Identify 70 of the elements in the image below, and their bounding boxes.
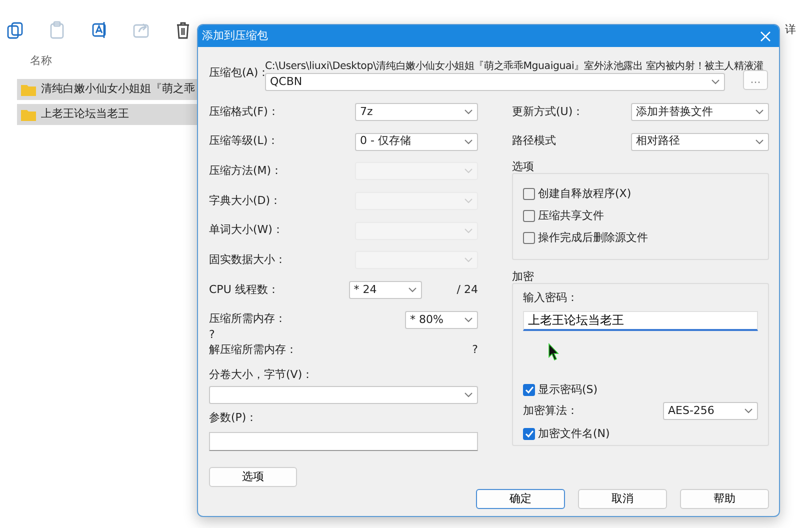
field-label: 压缩等级(L)：: [209, 133, 279, 150]
caret-icon: [464, 138, 473, 145]
file-row[interactable]: 清纯白嫩小仙女小姐姐『萌之乖: [17, 79, 197, 100]
folder-icon: [21, 84, 36, 96]
checkbox[interactable]: [523, 428, 535, 440]
parameters-field[interactable]: [209, 432, 478, 451]
dropdown[interactable]: * 80%: [405, 310, 478, 329]
folder-icon: [21, 108, 36, 120]
field-label: CPU 线程数：: [209, 282, 279, 298]
dropdown[interactable]: * 24: [348, 280, 422, 299]
checkbox[interactable]: [523, 210, 535, 222]
dropdown[interactable]: 7z: [355, 102, 478, 121]
checkbox[interactable]: [523, 384, 535, 396]
copy-icon[interactable]: [5, 20, 25, 40]
caret-icon: [755, 138, 764, 145]
caret-icon: [744, 408, 753, 414]
file-row[interactable]: 上老王论坛当老王: [17, 104, 197, 125]
field-label: 参数(P)：: [209, 411, 258, 424]
caret-icon: [464, 168, 473, 174]
dropdown[interactable]: 添加并替换文件: [631, 102, 769, 121]
field-label: 输入密码：: [523, 290, 579, 306]
dropdown[interactable]: 相对路径: [631, 132, 769, 151]
archive-name-combo[interactable]: QCBN: [265, 73, 725, 91]
caret-icon: [464, 316, 473, 323]
field-label: 解压缩所需内存：: [209, 342, 297, 358]
caret-icon: [755, 108, 764, 115]
password-field[interactable]: 上老王论坛当老王: [523, 310, 758, 331]
options-button[interactable]: 选项: [209, 466, 297, 487]
field-label: 字典大小(D)：: [209, 192, 282, 209]
checkbox[interactable]: [523, 188, 535, 200]
thread-count: / 24: [456, 282, 478, 298]
memory-value: ?: [209, 327, 216, 344]
checkbox-label: 创建自释放程序(X): [538, 186, 632, 202]
group-title: 加密: [512, 269, 535, 284]
memory-value: ?: [472, 342, 478, 358]
field-label: 压缩方法(M)：: [209, 162, 282, 179]
dialog-button[interactable]: 确定: [476, 488, 565, 509]
caret-icon: [408, 286, 417, 293]
caret-icon: [464, 198, 473, 204]
caret-icon: [464, 228, 473, 234]
checkbox-label: 操作完成后删除源文件: [538, 230, 648, 246]
caret-icon: [711, 79, 720, 85]
field-label: 压缩所需内存：: [209, 312, 286, 325]
group-title: 选项: [512, 159, 535, 174]
checkbox-label: 压缩共享文件: [538, 208, 604, 224]
field-label: 加密算法：: [523, 402, 578, 419]
dropdown[interactable]: AES-256: [663, 402, 758, 420]
caret-icon: [464, 257, 473, 264]
file-name: 上老王论坛当老王: [41, 106, 129, 122]
field-label: 路径模式: [512, 133, 556, 150]
view-label[interactable]: 详: [785, 22, 796, 38]
mouse-cursor-icon: [548, 343, 560, 361]
dialog-button[interactable]: 帮助: [680, 488, 769, 509]
field-label: 更新方式(U)：: [512, 104, 584, 120]
field-label: 单词大小(W)：: [209, 222, 284, 238]
checkbox[interactable]: [523, 232, 535, 244]
checkbox-label: 加密文件名(N): [538, 426, 610, 442]
caret-icon: [464, 108, 473, 115]
field-label: 固实数据大小：: [209, 252, 286, 268]
field-label: 压缩格式(F)：: [209, 104, 279, 120]
file-name: 清纯白嫩小仙女小姐姐『萌之乖: [41, 81, 195, 98]
field-label: 分卷大小，字节(V)：: [209, 368, 314, 381]
dialog-button[interactable]: 取消: [578, 488, 667, 509]
close-icon[interactable]: [760, 30, 771, 42]
field-label: 压缩包(A)：: [209, 66, 265, 81]
archive-path: C:\Users\liuxi\Desktop\清纯白嫩小仙女小姐姐『萌之乖乖Mguaiguai』室外泳池露出 室内被内射！被主人精液灌: [265, 60, 764, 73]
checkbox-label: 显示密码(S): [538, 382, 598, 398]
caret-icon: [464, 392, 473, 398]
window-title: 添加到压缩包: [202, 28, 268, 44]
dropdown[interactable]: 0 - 仅存储: [355, 132, 478, 151]
